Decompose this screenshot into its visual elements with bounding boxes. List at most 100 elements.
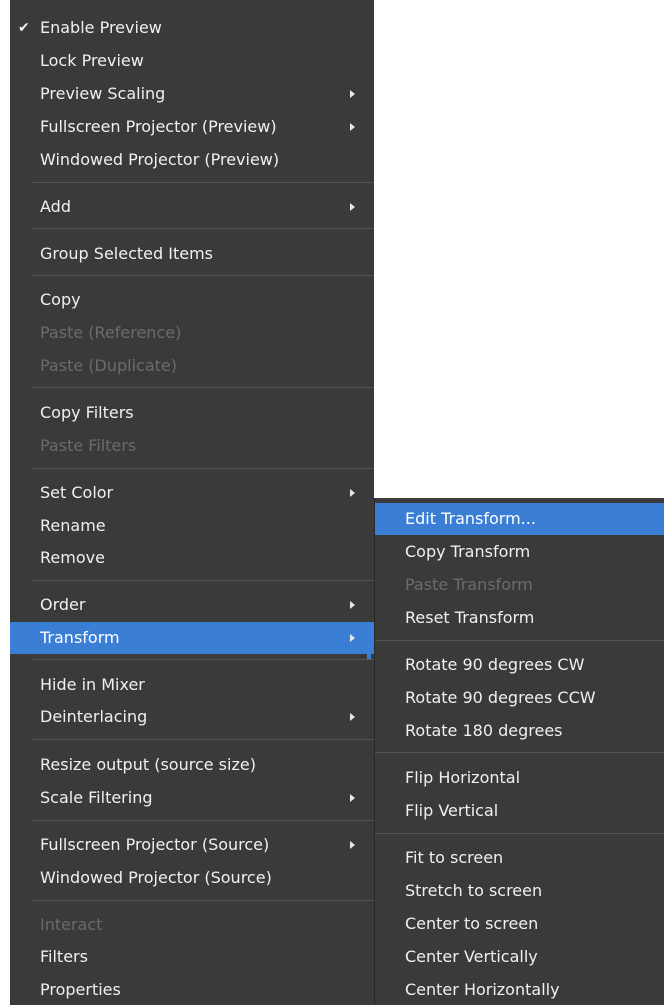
menu-item-copy[interactable]: Copy: [10, 284, 374, 316]
menu-item-label: Copy Filters: [40, 403, 134, 422]
menu-item-label: Filters: [40, 947, 88, 966]
submenu-item-flip-horizontal[interactable]: Flip Horizontal: [375, 762, 664, 794]
menu-item-scale-filtering[interactable]: Scale Filtering: [10, 782, 374, 814]
menu-item-label: Flip Horizontal: [405, 768, 521, 787]
menu-item-label: Paste (Duplicate): [40, 356, 177, 375]
menu-item-label: Rotate 90 degrees CCW: [405, 688, 596, 707]
menu-item-order[interactable]: Order: [10, 589, 374, 621]
menu-item-label: Fit to screen: [405, 848, 504, 867]
menu-separator: [375, 833, 664, 834]
submenu-arrow-icon: [350, 794, 355, 802]
menu-separator: [32, 468, 374, 469]
menu-separator: [32, 659, 374, 660]
menu-item-label: Preview Scaling: [40, 84, 166, 103]
menu-separator: [375, 752, 664, 753]
submenu-focus-indicator: [367, 626, 371, 659]
menu-item-label: Add: [40, 197, 71, 216]
menu-item-label: Center Vertically: [405, 947, 538, 966]
menu-item-transform[interactable]: Transform: [10, 622, 374, 654]
menu-item-properties[interactable]: Properties: [10, 974, 374, 1006]
menu-item-label: Rotate 90 degrees CW: [405, 655, 585, 674]
menu-item-label: Copy Transform: [405, 542, 531, 561]
menu-item-label: Properties: [40, 980, 121, 999]
menu-item-set-color[interactable]: Set Color: [10, 477, 374, 509]
menu-item-windowed-projector-source[interactable]: Windowed Projector (Source): [10, 862, 374, 894]
menu-item-label: Reset Transform: [405, 608, 535, 627]
menu-separator: [32, 275, 374, 276]
submenu-arrow-icon: [350, 634, 355, 642]
submenu-item-center-horizontally[interactable]: Center Horizontally: [375, 974, 664, 1006]
menu-separator: [32, 900, 374, 901]
menu-item-label: Scale Filtering: [40, 788, 153, 807]
menu-item-paste-reference: Paste (Reference): [10, 317, 374, 349]
menu-item-enable-preview[interactable]: ✔ Enable Preview: [10, 12, 374, 44]
menu-item-preview-scaling[interactable]: Preview Scaling: [10, 78, 374, 110]
menu-item-add[interactable]: Add: [10, 191, 374, 223]
submenu-arrow-icon: [350, 123, 355, 131]
menu-item-label: Transform: [40, 628, 120, 647]
menu-item-label: Remove: [40, 548, 105, 567]
menu-item-label: Windowed Projector (Source): [40, 868, 272, 887]
menu-separator: [32, 182, 374, 183]
submenu-item-edit-transform[interactable]: Edit Transform...: [375, 503, 664, 535]
transform-submenu: Edit Transform... Copy Transform Paste T…: [374, 498, 664, 1005]
menu-item-deinterlacing[interactable]: Deinterlacing: [10, 701, 374, 733]
menu-item-label: Edit Transform...: [405, 509, 536, 528]
menu-item-fullscreen-projector-preview[interactable]: Fullscreen Projector (Preview): [10, 111, 374, 143]
menu-item-rename[interactable]: Rename: [10, 510, 374, 542]
menu-item-interact: Interact: [10, 909, 374, 941]
menu-item-group-selected-items[interactable]: Group Selected Items: [10, 238, 374, 270]
submenu-item-copy-transform[interactable]: Copy Transform: [375, 536, 664, 568]
menu-item-label: Fullscreen Projector (Source): [40, 835, 270, 854]
menu-item-label: Enable Preview: [40, 18, 162, 37]
submenu-arrow-icon: [350, 90, 355, 98]
menu-separator: [32, 739, 374, 740]
menu-item-label: Lock Preview: [40, 51, 144, 70]
menu-item-label: Resize output (source size): [40, 755, 256, 774]
menu-item-windowed-projector-preview[interactable]: Windowed Projector (Preview): [10, 144, 374, 176]
menu-item-paste-filters: Paste Filters: [10, 430, 374, 462]
menu-item-label: Paste Filters: [40, 436, 137, 455]
menu-separator: [32, 820, 374, 821]
submenu-item-fit-to-screen[interactable]: Fit to screen: [375, 842, 664, 874]
submenu-item-flip-vertical[interactable]: Flip Vertical: [375, 795, 664, 827]
menu-item-label: Set Color: [40, 483, 114, 502]
submenu-item-rotate-180[interactable]: Rotate 180 degrees: [375, 715, 664, 747]
menu-item-label: Stretch to screen: [405, 881, 543, 900]
checkmark-icon: ✔: [18, 20, 30, 36]
menu-separator: [32, 580, 374, 581]
menu-item-lock-preview[interactable]: Lock Preview: [10, 45, 374, 77]
menu-item-label: Windowed Projector (Preview): [40, 150, 280, 169]
submenu-item-center-vertically[interactable]: Center Vertically: [375, 941, 664, 973]
menu-separator: [375, 640, 664, 641]
submenu-item-stretch-to-screen[interactable]: Stretch to screen: [375, 875, 664, 907]
menu-item-label: Rotate 180 degrees: [405, 721, 563, 740]
menu-item-label: Paste Transform: [405, 575, 533, 594]
menu-item-label: Center to screen: [405, 914, 539, 933]
menu-separator: [32, 387, 374, 388]
menu-item-label: Interact: [40, 915, 103, 934]
submenu-arrow-icon: [350, 713, 355, 721]
menu-item-label: Flip Vertical: [405, 801, 499, 820]
submenu-arrow-icon: [350, 489, 355, 497]
menu-item-copy-filters[interactable]: Copy Filters: [10, 397, 374, 429]
menu-item-label: Hide in Mixer: [40, 675, 145, 694]
submenu-item-paste-transform: Paste Transform: [375, 569, 664, 601]
menu-item-resize-output[interactable]: Resize output (source size): [10, 749, 374, 781]
menu-item-label: Rename: [40, 516, 106, 535]
menu-item-fullscreen-projector-source[interactable]: Fullscreen Projector (Source): [10, 829, 374, 861]
menu-item-hide-in-mixer[interactable]: Hide in Mixer: [10, 669, 374, 701]
menu-item-label: Center Horizontally: [405, 980, 560, 999]
submenu-item-reset-transform[interactable]: Reset Transform: [375, 602, 664, 634]
submenu-item-rotate-90-cw[interactable]: Rotate 90 degrees CW: [375, 649, 664, 681]
menu-item-label: Deinterlacing: [40, 707, 148, 726]
menu-item-label: Fullscreen Projector (Preview): [40, 117, 277, 136]
menu-item-remove[interactable]: Remove: [10, 542, 374, 574]
submenu-item-center-to-screen[interactable]: Center to screen: [375, 908, 664, 940]
menu-item-label: Order: [40, 595, 86, 614]
submenu-item-rotate-90-ccw[interactable]: Rotate 90 degrees CCW: [375, 682, 664, 714]
context-menu: ✔ Enable Preview Lock Preview Preview Sc…: [10, 0, 374, 1005]
menu-item-filters[interactable]: Filters: [10, 941, 374, 973]
submenu-arrow-icon: [350, 841, 355, 849]
menu-item-paste-duplicate: Paste (Duplicate): [10, 350, 374, 382]
